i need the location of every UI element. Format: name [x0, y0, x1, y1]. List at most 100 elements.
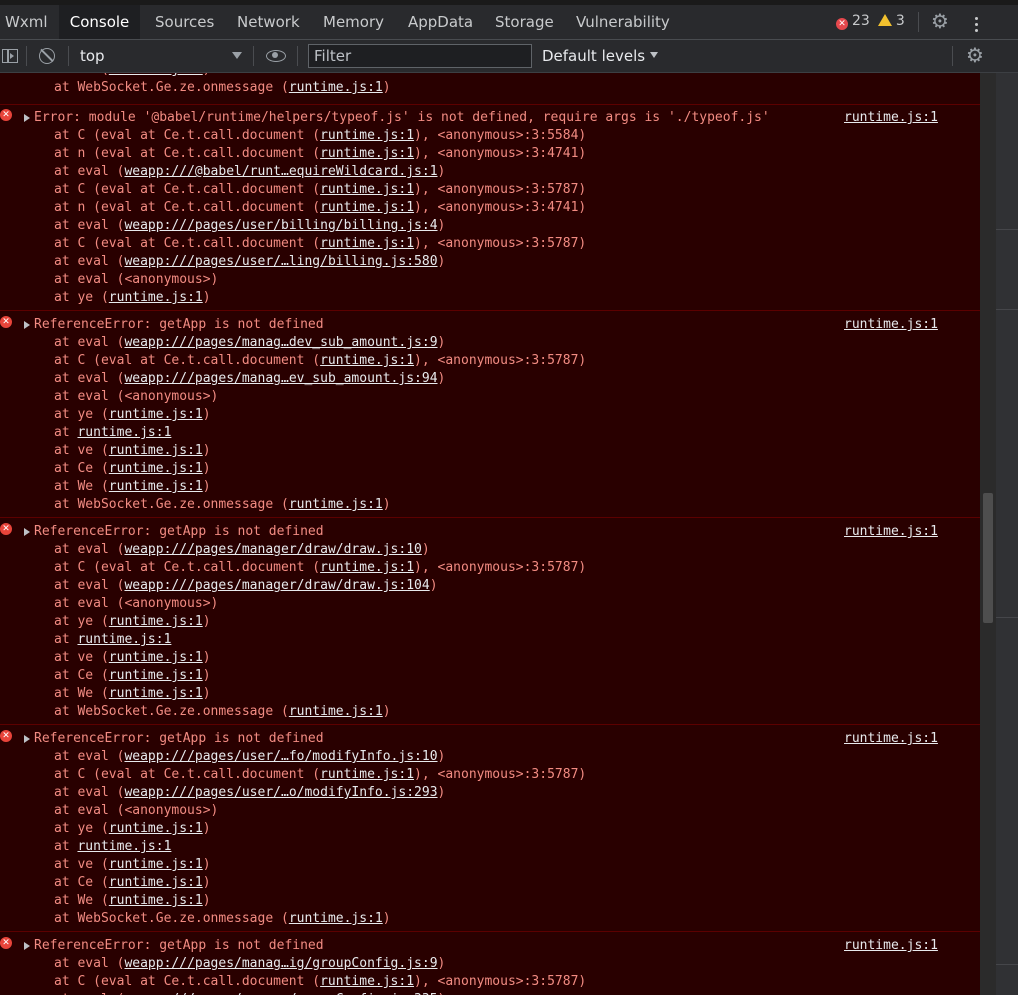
- error-icon: ✕: [0, 937, 12, 949]
- stack-frame: at WebSocket.Ge.ze.onmessage (runtime.js…: [54, 497, 391, 512]
- stack-frame-link[interactable]: runtime.js:1: [289, 80, 383, 95]
- console-output[interactable]: at We (runtime.js:1) at WebSocket.Ge.ze.o…: [0, 73, 996, 995]
- stack-frame-link[interactable]: runtime.js:1: [320, 974, 414, 989]
- stack-frame: at C (eval at Ce.t.call.document (runtim…: [54, 974, 587, 989]
- stack-frame: at ye (runtime.js:1): [54, 821, 211, 836]
- stack-frame: at ve (runtime.js:1): [54, 857, 211, 872]
- live-expression-eye-icon[interactable]: [266, 50, 286, 62]
- divider: [996, 309, 1018, 310]
- tab-console[interactable]: Console: [59, 5, 140, 39]
- context-selector[interactable]: top: [80, 47, 244, 67]
- stack-frame: at eval (weapp:///pages/manager/draw/dra…: [54, 542, 430, 557]
- stack-frame-link[interactable]: runtime.js:1: [320, 353, 414, 368]
- log-entry-partial: at We (runtime.js:1)at WebSocket.Ge.ze.o…: [0, 73, 980, 105]
- log-entry-error[interactable]: ✕ ReferenceError: getApp is not defined ru…: [0, 726, 980, 932]
- stack-frame-link[interactable]: weapp:///pages/manag…ig/groupConfig.js:9: [124, 956, 437, 971]
- stack-frame: at eval (weapp:///pages/user/…o/modifyIn…: [54, 785, 446, 800]
- stack-frame-link[interactable]: runtime.js:1: [109, 73, 203, 77]
- stack-frame-link[interactable]: runtime.js:1: [320, 767, 414, 782]
- divider: [952, 46, 953, 66]
- stack-frame-link[interactable]: runtime.js:1: [109, 857, 203, 872]
- chevron-down-icon: [650, 52, 659, 58]
- stack-frame-link[interactable]: runtime.js:1: [320, 182, 414, 197]
- console-settings-gear-icon[interactable]: ⚙: [966, 45, 984, 65]
- stack-frame-link[interactable]: runtime.js:1: [289, 704, 383, 719]
- stack-frame-link[interactable]: runtime.js:1: [109, 668, 203, 683]
- expand-triangle-icon[interactable]: [24, 942, 30, 950]
- stack-frame-link[interactable]: runtime.js:1: [77, 632, 171, 647]
- log-levels-dropdown[interactable]: Default levels: [542, 47, 659, 65]
- expand-triangle-icon[interactable]: [24, 528, 30, 536]
- stack-frame: at eval (weapp:///pages/user/…fo/modifyI…: [54, 749, 446, 764]
- expand-triangle-icon[interactable]: [24, 321, 30, 329]
- console-scroll-thumb[interactable]: [983, 493, 993, 623]
- stack-frame-link[interactable]: weapp:///pages/manager/draw/draw.js:104: [124, 578, 429, 593]
- console-toolbar: top Default levels ⚙: [0, 40, 1018, 73]
- expand-triangle-icon[interactable]: [24, 114, 30, 122]
- stack-frame-link[interactable]: runtime.js:1: [77, 839, 171, 854]
- tab-wxml[interactable]: Wxml: [0, 5, 55, 39]
- stack-frame-link[interactable]: runtime.js:1: [320, 146, 414, 161]
- tab-network[interactable]: Network: [237, 5, 300, 39]
- stack-frame-link[interactable]: runtime.js:1: [320, 128, 414, 143]
- stack-frame-link[interactable]: runtime.js:1: [109, 875, 203, 890]
- stack-frame: at n (eval at Ce.t.call.document (runtim…: [54, 146, 587, 161]
- source-link[interactable]: runtime.js:1: [844, 316, 938, 334]
- divider: [253, 46, 254, 66]
- stack-frame-link[interactable]: runtime.js:1: [320, 236, 414, 251]
- stack-frame: at runtime.js:1: [54, 839, 172, 854]
- stack-frame-link[interactable]: weapp:///pages/user/billing/billing.js:4: [124, 218, 437, 233]
- error-icon: ✕: [0, 109, 12, 121]
- divider: [996, 617, 1018, 618]
- stack-frame-link[interactable]: weapp:///pages/manag…dev_sub_amount.js:9: [124, 335, 437, 350]
- stack-frame-link[interactable]: runtime.js:1: [109, 479, 203, 494]
- log-entry-error[interactable]: ✕ ReferenceError: getApp is not defined ru…: [0, 312, 980, 518]
- stack-frame-link[interactable]: runtime.js:1: [109, 893, 203, 908]
- stack-frame: at eval (weapp:///pages/user/billing/bil…: [54, 218, 446, 233]
- divider: [26, 46, 27, 66]
- source-link[interactable]: runtime.js:1: [844, 109, 938, 127]
- stack-frame-link[interactable]: runtime.js:1: [109, 443, 203, 458]
- issue-counts[interactable]: ✕ 23 3: [836, 13, 905, 31]
- chevron-down-icon: [232, 52, 242, 59]
- error-icon: ✕: [836, 18, 848, 30]
- stack-frame-link[interactable]: weapp:///pages/user/…fo/modifyInfo.js:10: [124, 749, 437, 764]
- source-link[interactable]: runtime.js:1: [844, 523, 938, 541]
- stack-frame-link[interactable]: runtime.js:1: [109, 650, 203, 665]
- stack-frame-link[interactable]: runtime.js:1: [320, 200, 414, 215]
- stack-frame-link[interactable]: runtime.js:1: [109, 290, 203, 305]
- tab-sources[interactable]: Sources: [155, 5, 214, 39]
- tab-appdata[interactable]: AppData: [408, 5, 473, 39]
- stack-frame-link[interactable]: weapp:///pages/user/…ling/billing.js:580: [124, 254, 437, 269]
- stack-frame-link[interactable]: runtime.js:1: [109, 407, 203, 422]
- stack-frame-link[interactable]: runtime.js:1: [320, 560, 414, 575]
- tab-vulnerability[interactable]: Vulnerability: [576, 5, 670, 39]
- stack-frame-link[interactable]: runtime.js:1: [109, 461, 203, 476]
- stack-frame-link[interactable]: runtime.js:1: [109, 686, 203, 701]
- stack-frame: at eval (<anonymous>): [54, 596, 219, 611]
- stack-frame-link[interactable]: weapp:///pages/user/…o/modifyInfo.js:293: [124, 785, 437, 800]
- stack-frame: at eval (weapp:///@babel/runt…equireWild…: [54, 164, 446, 179]
- stack-frame-link[interactable]: runtime.js:1: [109, 614, 203, 629]
- log-entry-error[interactable]: ✕ ReferenceError: getApp is not defined ru…: [0, 519, 980, 725]
- source-link[interactable]: runtime.js:1: [844, 730, 938, 748]
- error-message: Error: module '@babel/runtime/helpers/ty…: [34, 110, 770, 125]
- tab-memory[interactable]: Memory: [323, 5, 384, 39]
- source-link[interactable]: runtime.js:1: [844, 937, 938, 955]
- clear-console-icon[interactable]: [39, 48, 55, 64]
- stack-frame-link[interactable]: weapp:///pages/manager/draw/draw.js:10: [124, 542, 421, 557]
- more-options-icon[interactable]: [972, 14, 980, 34]
- settings-gear-icon[interactable]: ⚙: [931, 11, 949, 31]
- stack-frame-link[interactable]: runtime.js:1: [289, 497, 383, 512]
- stack-frame-link[interactable]: runtime.js:1: [289, 911, 383, 926]
- log-entry-error[interactable]: ✕ ReferenceError: getApp is not defined ru…: [0, 933, 980, 995]
- expand-triangle-icon[interactable]: [24, 735, 30, 743]
- stack-frame-link[interactable]: weapp:///pages/manag…ev_sub_amount.js:94: [124, 371, 437, 386]
- stack-frame-link[interactable]: runtime.js:1: [77, 425, 171, 440]
- stack-frame-link[interactable]: runtime.js:1: [109, 821, 203, 836]
- tab-storage[interactable]: Storage: [495, 5, 554, 39]
- stack-frame-link[interactable]: weapp:///@babel/runt…equireWildcard.js:1: [124, 164, 437, 179]
- sidebar-toggle-icon[interactable]: [2, 49, 18, 63]
- log-entry-error[interactable]: ✕ Error: module '@babel/runtime/helpers/t…: [0, 105, 980, 311]
- filter-input[interactable]: [308, 44, 532, 68]
